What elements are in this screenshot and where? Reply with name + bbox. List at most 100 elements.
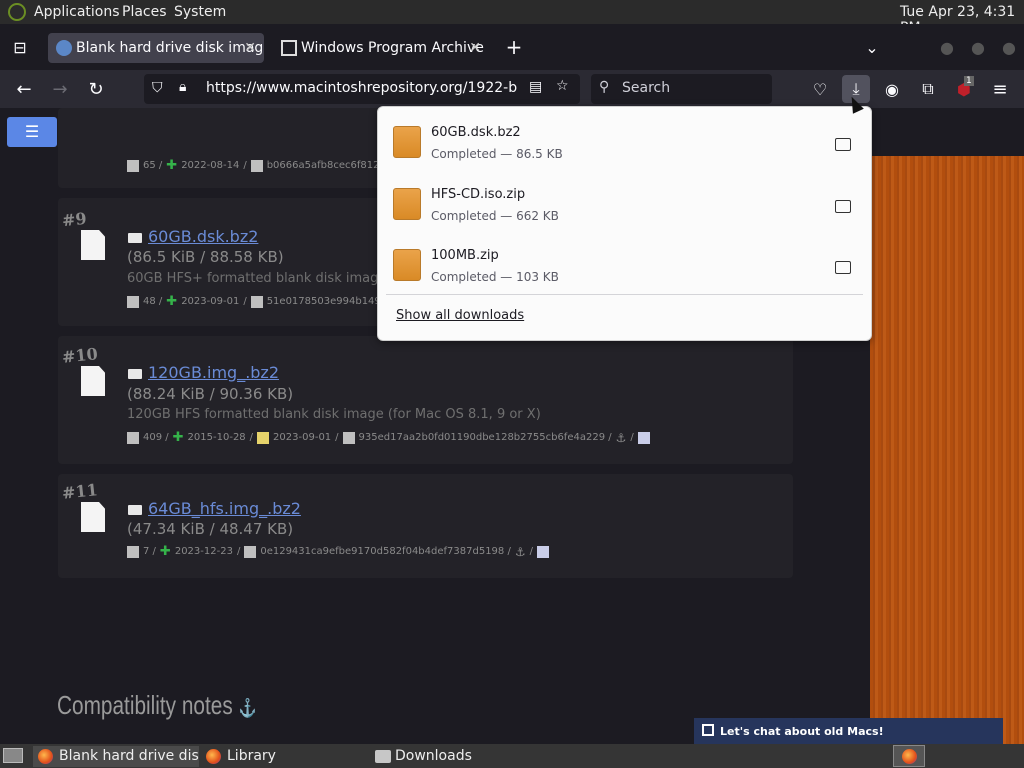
download-filename: 100MB.zip	[431, 248, 499, 263]
window-minimize-button[interactable]: ●	[933, 33, 961, 61]
download-count-icon	[127, 431, 139, 444]
chat-widget[interactable]: Let's chat about old Macs!	[694, 718, 1003, 744]
download-item[interactable]: 100MB.zip Completed — 103 KB	[378, 234, 871, 294]
file-description: 120GB HFS formatted blank disk image (fo…	[127, 407, 541, 422]
taskbar: Blank hard drive dis... Library Download…	[0, 744, 1024, 768]
downloads-panel: 60GB.dsk.bz2 Completed — 86.5 KB HFS-CD.…	[377, 106, 872, 341]
file-size: (86.5 KiB / 88.58 KB)	[127, 248, 284, 266]
entry-number: #10	[61, 344, 99, 367]
taskbar-item-firefox[interactable]: Blank hard drive dis...	[33, 746, 199, 767]
file-link[interactable]: 60GB.dsk.bz2	[148, 227, 258, 246]
search-placeholder: Search	[622, 80, 671, 96]
added-date-icon: ✚	[172, 430, 184, 445]
tray-firefox-icon[interactable]	[893, 745, 925, 767]
download-item[interactable]: HFS-CD.iso.zip Completed — 662 KB	[378, 173, 871, 233]
lock-icon[interactable]: 🔒︎	[179, 79, 186, 95]
site-favicon-icon	[56, 40, 72, 56]
bookmark-star-icon[interactable]: ☆	[556, 78, 569, 94]
close-tab-icon[interactable]: ✕	[469, 33, 481, 63]
file-size: (88.24 KiB / 90.36 KB)	[127, 385, 294, 403]
taskbar-item-library[interactable]: Library	[201, 746, 367, 767]
anchor-icon[interactable]: ⚓	[515, 545, 526, 559]
url-bar[interactable]: ⛉ 🔒︎ https://www.macintoshrepository.org…	[144, 74, 580, 104]
show-desktop-icon[interactable]	[3, 748, 23, 763]
sha1-icon	[244, 545, 257, 558]
file-icon	[81, 366, 105, 396]
sha1-icon	[342, 431, 355, 444]
copy-icon[interactable]	[637, 431, 650, 444]
firefox-icon	[206, 749, 221, 764]
download-filename: 60GB.dsk.bz2	[431, 125, 521, 140]
chat-label: Let's chat about old Macs!	[720, 725, 884, 738]
tab-blank-hard-drive[interactable]: Blank hard drive disk image: ✕	[48, 33, 264, 63]
list-all-tabs-icon[interactable]: ⌄	[858, 33, 886, 61]
download-count-icon	[127, 295, 139, 308]
tracking-shield-icon[interactable]: ⛉	[152, 80, 163, 96]
window-maximize-button[interactable]: ●	[964, 33, 992, 61]
search-icon: ⚲	[599, 79, 610, 95]
new-tab-button[interactable]: +	[500, 33, 528, 61]
tab-strip: ⊟ Blank hard drive disk image: ✕ Windows…	[0, 24, 1024, 70]
firefox-icon	[38, 749, 53, 764]
folder-icon	[128, 233, 142, 243]
entry-card-10: #10 120GB.img_.bz2 (88.24 KiB / 90.36 KB…	[58, 336, 793, 464]
download-count-icon	[127, 545, 139, 558]
open-folder-icon[interactable]	[835, 200, 851, 213]
reader-view-icon[interactable]: ▤	[529, 79, 542, 95]
added-date-icon: ✚	[166, 294, 178, 309]
menu-places[interactable]: Places	[122, 4, 167, 20]
show-all-downloads-button[interactable]: Show all downloads	[396, 308, 524, 323]
tab-list-icon[interactable]: ⊟	[6, 33, 34, 61]
extensions-icon[interactable]: ⧉	[914, 75, 942, 103]
tab-windows-program-archive[interactable]: Windows Program Archive ✕	[273, 33, 489, 63]
download-filename: HFS-CD.iso.zip	[431, 187, 526, 202]
close-tab-icon[interactable]: ✕	[244, 33, 256, 63]
added-date-icon: ✚	[159, 544, 171, 559]
file-description: 60GB HFS+ formatted blank disk image (f	[127, 271, 401, 286]
archive-file-icon	[393, 188, 421, 220]
panel-separator	[386, 294, 863, 295]
entry-meta: 48 / ✚ 2023-09-01 / 51e0178503e994b149a7	[127, 294, 393, 309]
added-date-icon: ✚	[166, 158, 178, 173]
reload-button[interactable]: ↻	[82, 75, 110, 103]
folder-icon	[128, 505, 142, 515]
archive-file-icon	[393, 126, 421, 158]
open-folder-icon[interactable]	[835, 138, 851, 151]
back-button[interactable]: ←	[10, 75, 38, 103]
ublock-badge: 1	[964, 76, 974, 86]
file-size: (47.34 KiB / 48.47 KB)	[127, 520, 294, 538]
entry-meta: 65 / ✚ 2022-08-14 / b0666a5afb8cec6f8127…	[127, 158, 391, 173]
search-bar[interactable]: ⚲ Search	[591, 74, 772, 104]
download-status: Completed — 103 KB	[431, 270, 559, 284]
taskbar-item-downloads[interactable]: Downloads	[369, 746, 535, 767]
entry-meta: 409 / ✚ 2015-10-28 / 2023-09-01 / 935ed1…	[127, 430, 650, 445]
sidebar-toggle-button[interactable]: ☰	[7, 117, 57, 147]
copy-icon[interactable]	[536, 545, 549, 558]
download-item[interactable]: 60GB.dsk.bz2 Completed — 86.5 KB	[378, 111, 871, 171]
entry-number: #9	[61, 208, 88, 231]
menu-applications[interactable]: Applications	[34, 4, 120, 20]
window-close-button[interactable]: ●	[995, 33, 1023, 61]
tab-title: Windows Program Archive	[301, 40, 484, 56]
open-folder-icon[interactable]	[835, 261, 851, 274]
entry-card-11: #11 64GB_hfs.img_.bz2 (47.34 KiB / 48.47…	[58, 474, 793, 578]
file-icon	[81, 230, 105, 260]
account-icon[interactable]: ◉	[878, 75, 906, 103]
anchor-icon[interactable]: ⚓	[239, 698, 257, 718]
archive-file-icon	[393, 249, 421, 281]
url-text[interactable]: https://www.macintoshrepository.org/1922…	[206, 80, 518, 96]
anchor-icon[interactable]: ⚓	[616, 431, 627, 445]
forward-button[interactable]: →	[46, 75, 74, 103]
sha1-icon	[250, 295, 263, 308]
download-status: Completed — 662 KB	[431, 209, 559, 223]
entry-meta: 7 / ✚ 2023-12-23 / 0e129431ca9efbe9170d5…	[127, 544, 549, 559]
menu-system[interactable]: System	[174, 4, 226, 20]
archive-favicon-icon	[281, 40, 297, 56]
pocket-icon[interactable]: ♡	[806, 75, 834, 103]
gnome-foot-icon[interactable]	[8, 3, 26, 21]
app-menu-icon[interactable]: ≡	[986, 75, 1014, 103]
file-link[interactable]: 64GB_hfs.img_.bz2	[148, 499, 301, 518]
file-link[interactable]: 120GB.img_.bz2	[148, 363, 279, 382]
compatibility-heading: Compatibility notes ⚓	[57, 690, 257, 720]
folder-icon	[375, 750, 391, 763]
